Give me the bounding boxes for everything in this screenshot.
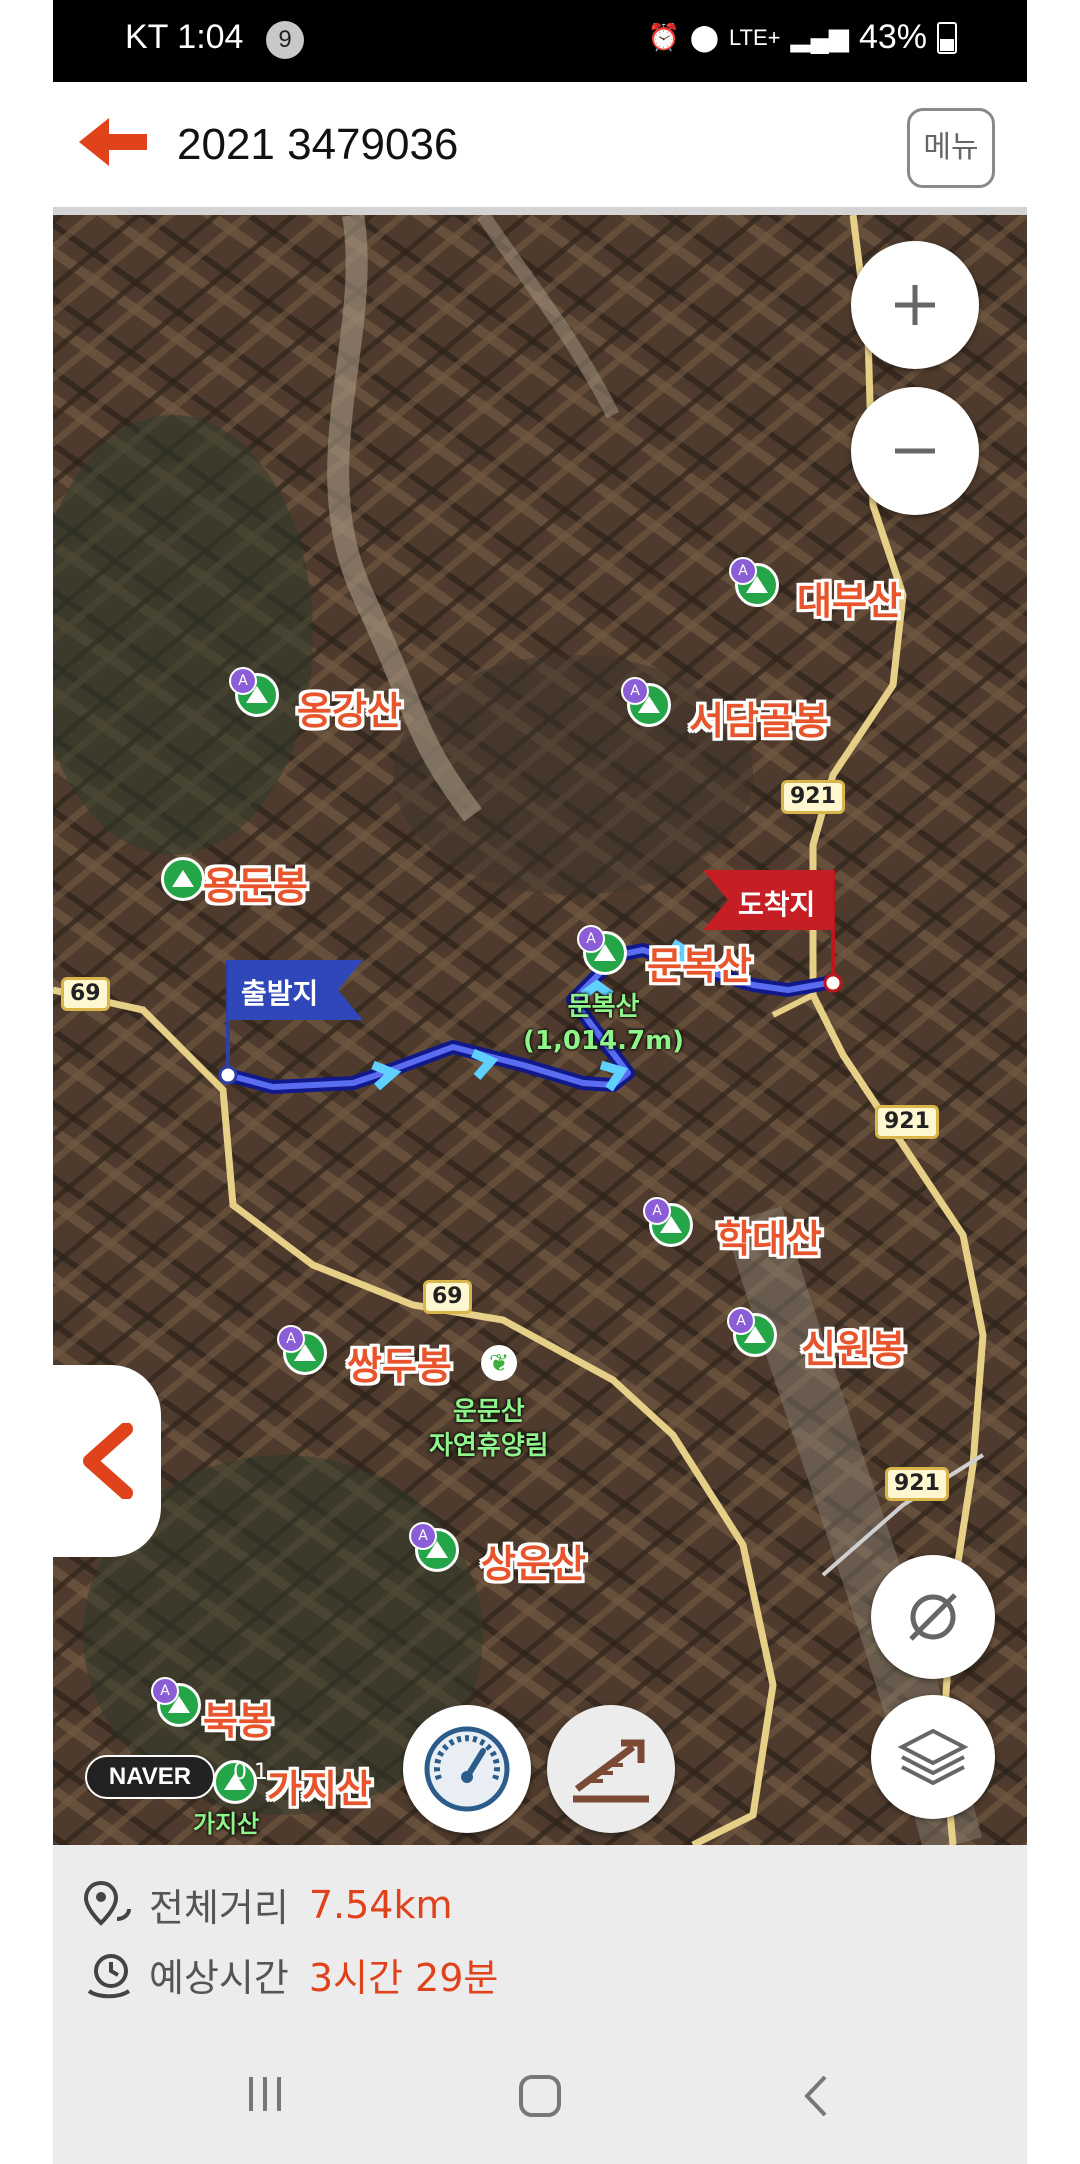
road-number-921: 921 [781, 780, 845, 814]
peak-label[interactable]: 용둔봉 [203, 855, 308, 910]
peak-label[interactable]: 신원봉 [801, 1318, 906, 1373]
app-screen: KT 1:04 9 ⏰ ⬤ LTE+ ▂▄▆ 43% 2021 3479036 … [53, 0, 1027, 2164]
map-view[interactable]: 출발지 도착지 69 69 921 921 921 A 대부산 A 옹강산 A … [53, 215, 1027, 1845]
distance-label: 전체거리 [149, 1886, 289, 1930]
peak-marker-icon: A [643, 1197, 671, 1225]
time-label: 예상시간 [149, 1956, 289, 2000]
menu-button[interactable]: 메뉴 [907, 108, 995, 188]
peak-marker-icon: A [621, 677, 649, 705]
peak-marker-icon: A [409, 1522, 437, 1550]
status-icons: ⏰ ⬤ LTE+ ▂▄▆ 43% [647, 18, 957, 57]
road-number-69: 69 [61, 977, 110, 1011]
peak-label[interactable]: 상운산 [481, 1533, 586, 1588]
peak-sublabel: 가지산 [193, 1810, 260, 1838]
right-margin [1027, 0, 1080, 2164]
alarm-icon: ⏰ [647, 22, 680, 52]
home-icon[interactable] [515, 2071, 565, 2121]
peak-label[interactable]: 쌍두봉 [347, 1335, 452, 1390]
peak-label[interactable]: 옹강산 [297, 680, 402, 735]
peak-label[interactable]: 서담골봉 [689, 690, 829, 745]
road-number-921: 921 [875, 1105, 939, 1139]
plus-icon [895, 285, 935, 325]
app-header: 2021 3479036 메뉴 [53, 82, 1027, 215]
peak-marker-icon: A [729, 557, 757, 585]
end-flag-label: 도착지 [738, 888, 816, 921]
road-number-921: 921 [885, 1467, 949, 1501]
time-value: 3시간 29분 [308, 1956, 499, 2000]
back-arrow-icon[interactable] [75, 112, 151, 172]
distance-row: 전체거리 7.54km [83, 1877, 452, 1932]
system-nav-bar [53, 2035, 1027, 2164]
layers-icon [897, 1728, 969, 1786]
peak-marker-icon: A [151, 1677, 179, 1705]
network-label: LTE+ [728, 24, 781, 50]
peak-label[interactable]: 학대산 [717, 1208, 822, 1263]
battery-percent: 43% [858, 18, 927, 56]
side-panel-toggle[interactable] [53, 1365, 161, 1557]
map-layers-button[interactable] [871, 1695, 995, 1819]
route-info-panel: 전체거리 7.54km 예상시간 3시간 29분 [53, 1845, 1027, 2035]
map-scale: 0 1 [233, 1760, 268, 1785]
peak-label[interactable]: 문복산 [647, 935, 752, 990]
notification-badge: 9 [266, 21, 304, 59]
zoom-out-button[interactable] [851, 387, 979, 515]
signal-icon: ▂▄▆ [790, 22, 849, 52]
time-row: 예상시간 3시간 29분 [83, 1947, 498, 2002]
peak-marker-icon: A [577, 925, 605, 953]
naver-logo: NAVER [85, 1755, 215, 1799]
location-tracking-button[interactable] [871, 1555, 995, 1679]
chevron-left-icon [83, 1423, 133, 1499]
peak-label[interactable]: 가지산 [267, 1758, 372, 1813]
zoom-in-button[interactable] [851, 241, 979, 369]
status-bar: KT 1:04 9 ⏰ ⬤ LTE+ ▂▄▆ 43% [53, 0, 1027, 82]
compass-off-icon [909, 1593, 957, 1641]
peak-label[interactable]: 북봉 [203, 1690, 273, 1745]
minus-icon [895, 448, 935, 454]
location-icon: ⬤ [689, 22, 719, 52]
pin-route-icon [83, 1880, 131, 1926]
page-title: 2021 3479036 [177, 120, 459, 169]
mountain-icon[interactable] [161, 857, 205, 901]
speed-button[interactable] [403, 1705, 531, 1833]
peak-marker-icon: A [277, 1325, 305, 1353]
elevation-icon [573, 1739, 649, 1803]
peak-label[interactable]: 대부산 [797, 570, 902, 625]
peak-marker-icon: A [727, 1307, 755, 1335]
left-margin [0, 0, 53, 2164]
leaf-icon[interactable]: ❦ [481, 1345, 517, 1381]
road-number-69: 69 [423, 1280, 472, 1314]
peak-marker-icon: A [229, 667, 257, 695]
recent-apps-icon[interactable] [243, 2071, 289, 2117]
recreation-forest-label: 운문산 자연휴양림 [429, 1397, 549, 1461]
summit-name: 문복산 (1,014.7m) [523, 992, 685, 1056]
back-icon[interactable] [797, 2071, 837, 2121]
carrier-time: KT 1:04 [125, 18, 244, 56]
distance-value: 7.54km [308, 1882, 453, 1927]
battery-icon [937, 21, 957, 54]
clock-icon [87, 1953, 131, 1998]
start-flag-label: 출발지 [241, 977, 319, 1010]
speedometer-icon [424, 1726, 510, 1812]
elevation-profile-button[interactable] [547, 1705, 675, 1833]
